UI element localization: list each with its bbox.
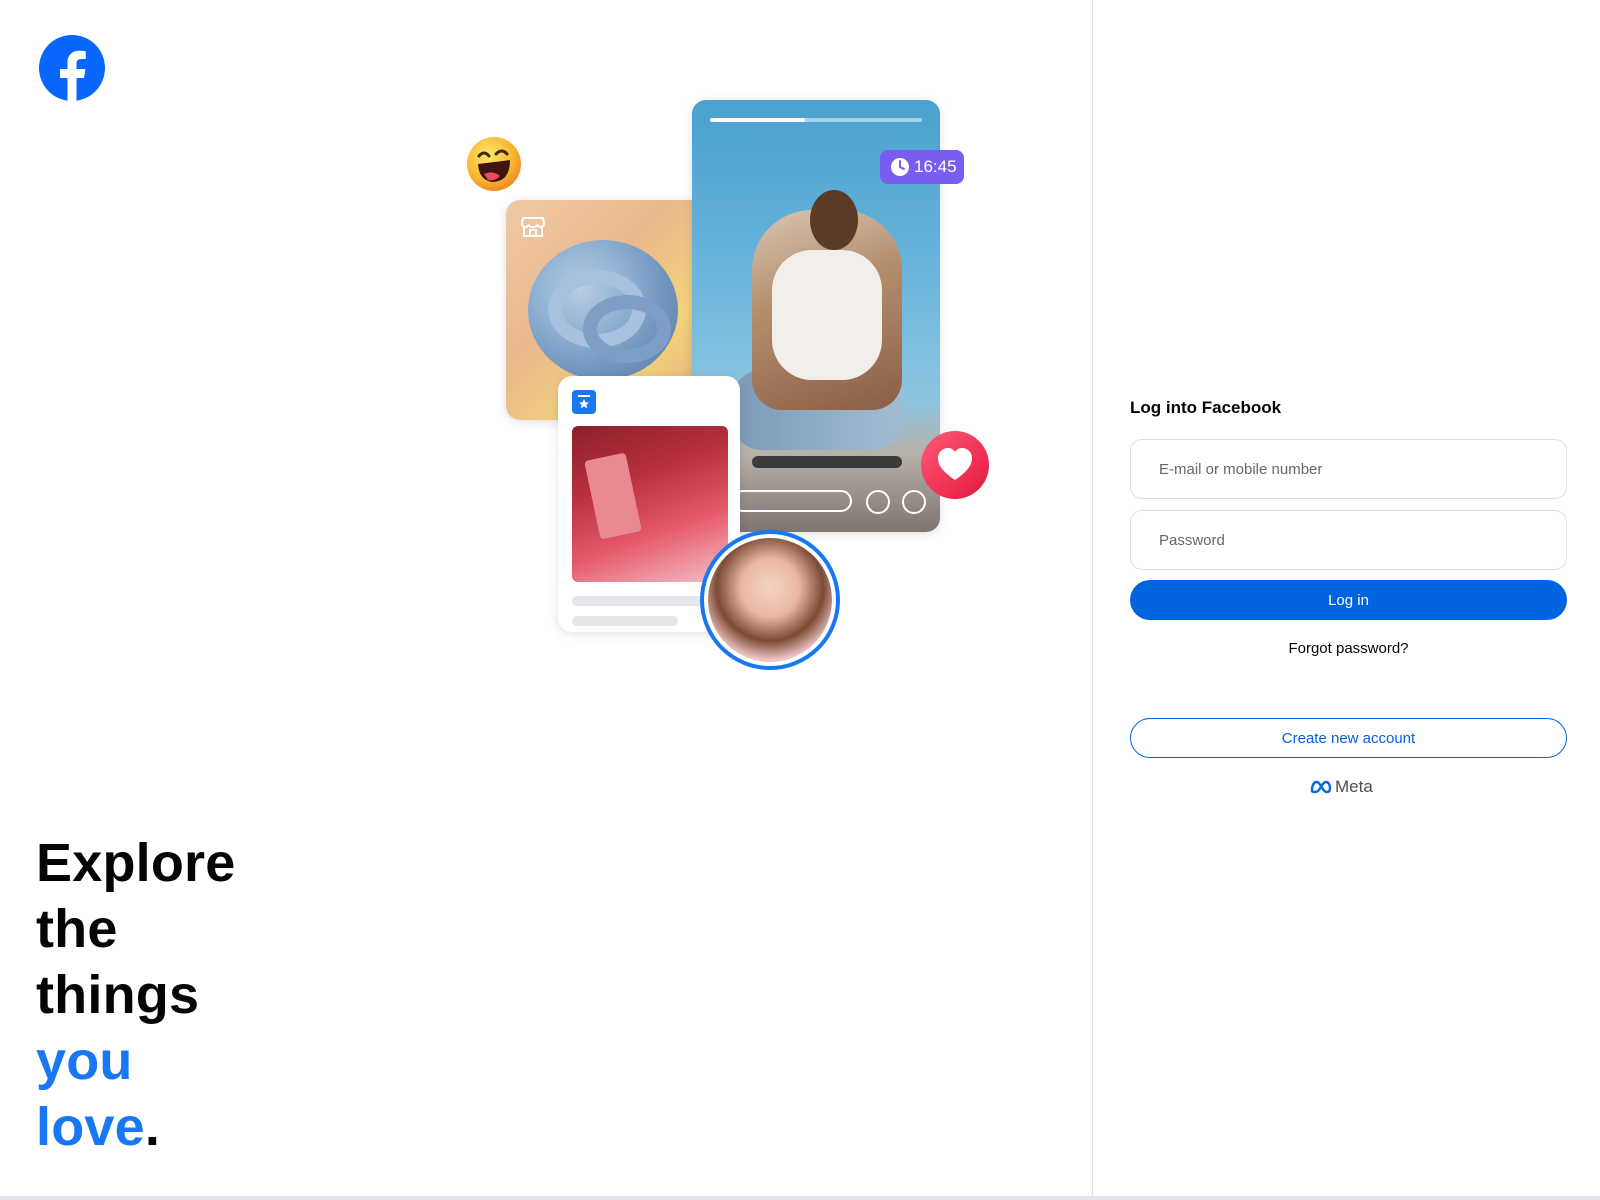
email-input[interactable] — [1130, 439, 1567, 499]
headline-highlight: love — [36, 1097, 145, 1157]
hero-collage: 16:45 — [460, 90, 1030, 690]
facebook-logo-icon[interactable] — [38, 34, 106, 102]
story-reply-pill — [732, 490, 852, 512]
story-control-circle — [866, 490, 890, 514]
bottom-divider — [0, 1196, 1600, 1200]
skater-head — [810, 190, 858, 250]
ticket-shape — [584, 452, 642, 540]
meta-brand-text: Meta — [1335, 777, 1373, 796]
popcorn-tickets-image — [572, 426, 728, 582]
left-panel: 16:45 Explore the things you love. — [0, 0, 1093, 1196]
headline-line: the — [36, 899, 118, 959]
skater-shirt — [772, 250, 882, 380]
timer-badge: 16:45 — [880, 150, 964, 184]
headline-highlight: you — [36, 1031, 133, 1091]
avatar — [700, 530, 840, 670]
login-button[interactable]: Log in — [1130, 580, 1567, 620]
story-progress-fill — [710, 118, 806, 122]
headline-line: Explore — [36, 833, 236, 893]
timer-text: 16:45 — [914, 157, 957, 176]
knot-pillow-image — [528, 240, 678, 380]
laughing-emoji-icon — [467, 137, 521, 191]
shop-icon — [520, 217, 546, 237]
story-controls — [732, 490, 932, 516]
forgot-password-link[interactable]: Forgot password? — [1130, 640, 1567, 657]
headline-line: things — [36, 965, 200, 1025]
meta-logo[interactable]: Meta — [1310, 776, 1373, 798]
skateboard — [752, 456, 902, 468]
headline-last-line: love. — [36, 1094, 235, 1160]
text-skeleton-line — [572, 616, 678, 626]
meta-infinity-icon — [1310, 780, 1332, 794]
story-progress-bar — [710, 118, 922, 122]
password-input[interactable] — [1130, 510, 1567, 570]
avatar-photo — [708, 538, 832, 662]
heart-icon — [921, 431, 989, 499]
headline-period: . — [144, 1097, 161, 1157]
login-title: Log into Facebook — [1130, 398, 1282, 417]
create-account-button[interactable]: Create new account — [1130, 718, 1567, 758]
headline: Explore the things you love. — [36, 830, 235, 1160]
page: 16:45 Explore the things you love. Log i… — [0, 0, 1600, 1200]
clock-icon — [891, 158, 909, 176]
bookmark-star-icon — [572, 390, 596, 414]
